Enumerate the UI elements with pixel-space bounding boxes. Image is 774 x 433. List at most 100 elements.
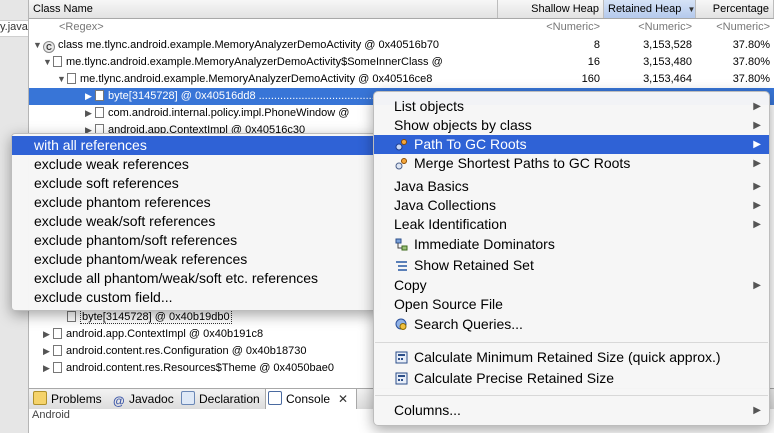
menu-item-exclude-phantom-soft[interactable]: exclude phantom/soft references [12, 231, 380, 250]
tab-declaration[interactable]: Declaration [179, 389, 265, 409]
menu-item-java-collections[interactable]: Java Collections ▶ [374, 196, 769, 215]
object-icon [95, 107, 104, 118]
object-icon [53, 362, 62, 373]
column-header-class-name[interactable]: Class Name [29, 0, 498, 18]
row-class-name: android.content.res.Resources$Theme @ 0x… [66, 362, 334, 374]
retained-heap-filter-input[interactable]: <Numeric> [604, 19, 696, 36]
table-row[interactable]: ▼ Cclass me.tlync.android.example.MemoryA… [29, 37, 774, 54]
menu-item-search-queries[interactable]: Search Queries... [374, 315, 769, 334]
table-row[interactable]: ▼ me.tlync.android.example.MemoryAnalyzer… [29, 71, 774, 88]
tab-console-label: Console [286, 392, 331, 406]
shallow-heap-filter-input[interactable]: <Numeric> [498, 19, 604, 36]
row-class-name: me.tlync.android.example.MemoryAnalyzerD… [66, 56, 443, 68]
editor-tab-fragment[interactable]: y.java [0, 20, 28, 37]
menu-item-label: Open Source File [394, 296, 503, 312]
percentage-filter-input[interactable]: <Numeric> [696, 19, 774, 36]
search-queries-icon [395, 318, 407, 330]
menu-item-label: Search Queries... [414, 316, 523, 332]
menu-item-label: Calculate Precise Retained Size [414, 370, 614, 386]
tab-javadoc-label: Javadoc [129, 392, 174, 406]
column-header-retained-heap-label: Retained Heap [608, 3, 682, 15]
menu-item-exclude-weak[interactable]: exclude weak references [12, 155, 380, 174]
console-icon [268, 391, 282, 405]
problems-icon [33, 391, 47, 405]
menu-item-label: exclude phantom/weak references [34, 251, 248, 267]
menu-item-merge-shortest-paths[interactable]: Merge Shortest Paths to GC Roots ▶ [374, 154, 769, 173]
column-header-shallow-heap[interactable]: Shallow Heap [498, 0, 604, 18]
tab-declaration-label: Declaration [199, 392, 260, 406]
submenu-arrow-icon: ▶ [753, 280, 761, 291]
menu-item-calc-min-retained[interactable]: Calculate Minimum Retained Size (quick a… [374, 348, 769, 367]
menu-item-java-basics[interactable]: Java Basics ▶ [374, 177, 769, 196]
submenu-arrow-icon: ▶ [753, 181, 761, 192]
row-percentage: 37.80% [732, 73, 770, 85]
menu-item-copy[interactable]: Copy ▶ [374, 276, 769, 295]
row-retained-heap: 3,153,464 [643, 73, 692, 85]
column-header-percentage[interactable]: Percentage [696, 0, 774, 18]
collapsed-arrow-icon[interactable]: ▶ [43, 343, 53, 360]
menu-item-calc-precise-retained[interactable]: Calculate Precise Retained Size [374, 369, 769, 388]
calculator-icon [395, 351, 408, 364]
menu-item-exclude-soft[interactable]: exclude soft references [12, 174, 380, 193]
menu-item-label: List objects [394, 98, 465, 114]
column-header-retained-heap[interactable]: Retained Heap ▼ [604, 0, 696, 18]
javadoc-icon: @ [113, 394, 125, 408]
collapsed-arrow-icon[interactable]: ▶ [85, 105, 95, 122]
menu-item-label: Show objects by class [394, 117, 532, 133]
menu-item-path-to-gc-roots[interactable]: Path To GC Roots ▶ [374, 135, 769, 154]
table-row[interactable]: ▼ me.tlync.android.example.MemoryAnalyzer… [29, 54, 774, 71]
row-class-name: byte[3145728] @ 0x40b19db0 [80, 310, 232, 324]
expanded-arrow-icon[interactable]: ▼ [33, 37, 43, 54]
menu-item-show-objects-by-class[interactable]: Show objects by class ▶ [374, 116, 769, 135]
expanded-arrow-icon[interactable]: ▼ [43, 54, 53, 71]
expanded-arrow-icon[interactable]: ▼ [57, 71, 67, 88]
dominators-icon [395, 238, 408, 251]
close-icon[interactable]: ✕ [338, 392, 348, 406]
menu-item-columns[interactable]: Columns... ▶ [374, 401, 769, 420]
menu-item-exclude-custom-field[interactable]: exclude custom field... [12, 288, 380, 307]
collapsed-arrow-icon[interactable]: ▶ [43, 360, 53, 377]
menu-item-label: exclude weak/soft references [34, 213, 216, 229]
menu-item-exclude-phantom-weak[interactable]: exclude phantom/weak references [12, 250, 380, 269]
menu-item-label: exclude soft references [34, 175, 179, 191]
menu-item-label: Columns... [394, 402, 461, 418]
tab-problems-label: Problems [51, 392, 102, 406]
submenu-arrow-icon: ▶ [753, 219, 761, 230]
object-icon [53, 328, 62, 339]
tab-console[interactable]: Console ✕ [265, 389, 357, 409]
context-menu: List objects ▶ Show objects by class ▶ Pat… [373, 91, 770, 426]
row-percentage: 37.80% [732, 56, 770, 68]
submenu-arrow-icon: ▶ [753, 158, 761, 169]
row-class-name: android.content.res.Configuration @ 0x40… [66, 345, 307, 357]
row-class-name: class me.tlync.android.example.MemoryAna… [58, 39, 440, 51]
menu-item-open-source-file[interactable]: Open Source File [374, 295, 769, 314]
tab-javadoc[interactable]: @ Javadoc [111, 389, 179, 409]
class-name-filter-input[interactable]: <Regex> [59, 19, 359, 36]
menu-item-exclude-phantom[interactable]: exclude phantom references [12, 193, 380, 212]
menu-item-with-all-references[interactable]: with all references [12, 136, 380, 155]
menu-item-immediate-dominators[interactable]: Immediate Dominators [374, 235, 769, 254]
menu-item-exclude-all-phantom-weak-soft[interactable]: exclude all phantom/weak/soft etc. refer… [12, 269, 380, 288]
submenu-arrow-icon: ▶ [753, 139, 761, 150]
menu-item-list-objects[interactable]: List objects ▶ [374, 97, 769, 116]
collapsed-arrow-icon[interactable]: ▶ [85, 88, 95, 105]
path-to-gc-roots-icon [395, 139, 407, 151]
menu-item-label: Path To GC Roots [414, 136, 527, 152]
menu-item-label: with all references [34, 137, 147, 153]
submenu-arrow-icon: ▶ [753, 101, 761, 112]
menu-item-label: exclude phantom/soft references [34, 232, 238, 248]
tab-problems[interactable]: Problems [31, 389, 111, 409]
row-retained-heap: 3,153,528 [643, 39, 692, 51]
menu-item-leak-identification[interactable]: Leak Identification ▶ [374, 215, 769, 234]
class-icon: C [43, 41, 55, 53]
collapsed-arrow-icon[interactable]: ▶ [43, 326, 53, 343]
object-icon [67, 73, 76, 84]
menu-item-label: Java Collections [394, 197, 496, 213]
row-class-name: byte[3145728] @ 0x40516dd8 .............… [108, 90, 381, 102]
submenu-arrow-icon: ▶ [753, 120, 761, 131]
row-retained-heap: 3,153,480 [643, 56, 692, 68]
menu-item-show-retained-set[interactable]: Show Retained Set [374, 256, 769, 275]
sort-desc-icon: ▼ [687, 5, 696, 14]
menu-item-exclude-weak-soft[interactable]: exclude weak/soft references [12, 212, 380, 231]
row-class-name: me.tlync.android.example.MemoryAnalyzerD… [80, 73, 433, 85]
